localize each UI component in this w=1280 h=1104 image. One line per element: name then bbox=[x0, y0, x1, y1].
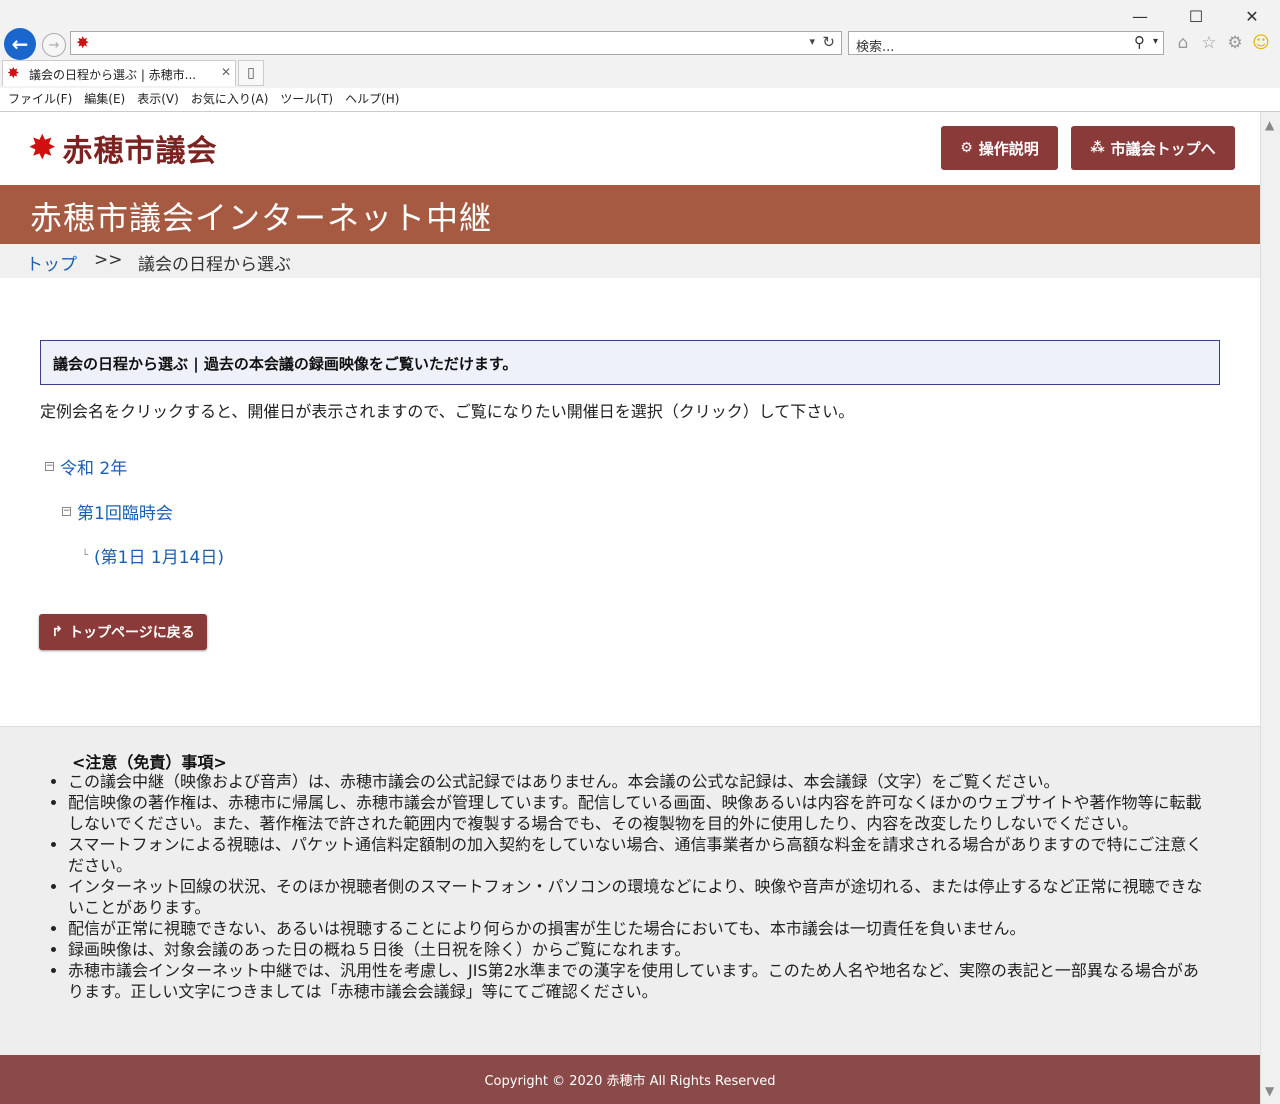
site-favicon-icon: ✸ bbox=[76, 33, 90, 52]
vertical-scrollbar[interactable]: ▲ ▼ bbox=[1260, 112, 1280, 1104]
notice-text: 議会の日程から選ぶ | 過去の本会議の録画映像をご覧いただけます。 bbox=[53, 355, 518, 373]
menu-file[interactable]: ファイル(F) bbox=[8, 88, 72, 111]
menu-favorites[interactable]: お気に入り(A) bbox=[191, 88, 269, 111]
list-item: インターネット回線の状況、そのほか視聴者側のスマートフォン・パソコンの環境などに… bbox=[68, 876, 1208, 918]
council-top-label: 市議会トップへ bbox=[1110, 139, 1216, 158]
copyright-footer: Copyright © 2020 赤穂市 All Rights Reserved bbox=[0, 1055, 1260, 1104]
gear-icon: ⚙ bbox=[960, 140, 973, 156]
collapse-icon[interactable]: − bbox=[62, 507, 71, 516]
help-button[interactable]: ⚙ 操作説明 bbox=[941, 126, 1058, 170]
menu-tools[interactable]: ツール(T) bbox=[280, 88, 333, 111]
tree-year-link[interactable]: 令和 2年 bbox=[60, 454, 127, 479]
tree-day[interactable]: └ (第1日 1月14日) bbox=[82, 543, 224, 568]
scroll-down-icon[interactable]: ▼ bbox=[1265, 1084, 1274, 1098]
sitemap-icon: ⁂ bbox=[1090, 140, 1105, 156]
copyright-text: Copyright © 2020 赤穂市 All Rights Reserved bbox=[484, 1074, 776, 1089]
browser-chrome: — ☐ ✕ ← → ✸ ▾ ↻ 検索... ⚲ ▾ ⌂ ☆ ⚙ ☺ ✸ 議会の日… bbox=[0, 0, 1280, 112]
collapse-icon[interactable]: − bbox=[45, 462, 54, 471]
tab-title: 議会の日程から選ぶ | 赤穂市... bbox=[29, 68, 197, 82]
tree-day-link[interactable]: (第1日 1月14日) bbox=[94, 543, 224, 568]
tree-year[interactable]: − 令和 2年 bbox=[45, 454, 127, 479]
council-top-button[interactable]: ⁂ 市議会トップへ bbox=[1071, 126, 1235, 170]
search-placeholder: 検索... bbox=[856, 40, 895, 55]
scroll-up-icon[interactable]: ▲ bbox=[1265, 118, 1274, 132]
list-item: 配信が正常に視聴できない、あるいは視聴することにより何らかの損害が生じた場合にお… bbox=[68, 918, 1208, 939]
search-box[interactable]: 検索... ⚲ ▾ bbox=[848, 31, 1164, 55]
browser-tab[interactable]: ✸ 議会の日程から選ぶ | 赤穂市... ✕ bbox=[2, 60, 236, 86]
search-dropdown-icon[interactable]: ▾ bbox=[1153, 36, 1158, 47]
city-emblem-icon: ✸ bbox=[28, 128, 57, 168]
breadcrumb-separator: >> bbox=[94, 250, 123, 270]
list-item: この議会中継（映像および音声）は、赤穂市議会の公式記録ではありません。本会議の公… bbox=[68, 771, 1208, 792]
help-button-label: 操作説明 bbox=[978, 139, 1039, 158]
list-item: スマートフォンによる視聴は、パケット通信料定額制の加入契約をしていない場合、通信… bbox=[68, 834, 1208, 876]
smiley-icon[interactable]: ☺ bbox=[1250, 32, 1272, 54]
back-arrow-icon[interactable]: ← bbox=[4, 28, 36, 60]
minimize-button[interactable]: — bbox=[1112, 0, 1168, 32]
close-button[interactable]: ✕ bbox=[1224, 0, 1280, 32]
tree-session[interactable]: − 第1回臨時会 bbox=[62, 499, 173, 524]
gear-icon[interactable]: ⚙ bbox=[1224, 32, 1246, 54]
title-banner: 赤穂市議会インターネット中継 bbox=[0, 185, 1260, 244]
forward-arrow-icon[interactable]: → bbox=[42, 33, 66, 57]
reload-icon[interactable]: ↻ bbox=[822, 33, 835, 51]
chevron-down-icon[interactable]: ▾ bbox=[809, 35, 815, 48]
breadcrumb: トップ >> 議会の日程から選ぶ bbox=[0, 244, 1260, 278]
star-icon[interactable]: ☆ bbox=[1198, 32, 1220, 54]
list-item: 配信映像の著作権は、赤穂市に帰属し、赤穂市議会が管理しています。配信している画面… bbox=[68, 792, 1208, 834]
disclaimer-section: <注意（免責）事項> この議会中継（映像および音声）は、赤穂市議会の公式記録では… bbox=[0, 726, 1260, 1056]
tree-session-link[interactable]: 第1回臨時会 bbox=[77, 499, 173, 524]
tab-favicon-icon: ✸ bbox=[7, 64, 20, 82]
back-to-top-label: トップページに戻る bbox=[69, 625, 195, 641]
site-name: 赤穂市議会 bbox=[62, 134, 218, 169]
notice-box: 議会の日程から選ぶ | 過去の本会議の録画映像をご覧いただけます。 bbox=[40, 340, 1220, 385]
breadcrumb-current: 議会の日程から選ぶ bbox=[138, 255, 291, 275]
toolbar-icons: ⌂ ☆ ⚙ ☺ bbox=[1172, 32, 1272, 54]
search-icon[interactable]: ⚲ bbox=[1134, 33, 1145, 51]
maximize-button[interactable]: ☐ bbox=[1168, 0, 1224, 32]
menu-edit[interactable]: 編集(E) bbox=[84, 88, 125, 111]
home-icon[interactable]: ⌂ bbox=[1172, 32, 1194, 54]
list-item: 録画映像は、対象会議のあった日の概ね５日後（土日祝を除く）からご覧になれます。 bbox=[68, 939, 1208, 960]
menu-bar: ファイル(F) 編集(E) 表示(V) お気に入り(A) ツール(T) ヘルプ(… bbox=[0, 88, 1280, 112]
back-to-top-button[interactable]: ↱ トップページに戻る bbox=[39, 614, 207, 650]
menu-help[interactable]: ヘルプ(H) bbox=[345, 88, 399, 111]
banner-title: 赤穂市議会インターネット中継 bbox=[30, 199, 493, 237]
menu-view[interactable]: 表示(V) bbox=[137, 88, 179, 111]
breadcrumb-home-link[interactable]: トップ bbox=[26, 250, 77, 275]
return-arrow-icon: ↱ bbox=[51, 624, 63, 640]
list-item: 赤穂市議会インターネット中継では、汎用性を考慮し、JIS第2水準までの漢字を使用… bbox=[68, 960, 1208, 1002]
disclaimer-list: この議会中継（映像および音声）は、赤穂市議会の公式記録ではありません。本会議の公… bbox=[48, 771, 1208, 1002]
address-bar[interactable]: ✸ ▾ ↻ bbox=[70, 31, 842, 55]
new-tab-icon[interactable]: ▯ bbox=[238, 60, 264, 86]
site-logo[interactable]: ✸ 赤穂市議会 bbox=[28, 126, 218, 170]
disclaimer-heading: <注意（免責）事項> bbox=[72, 753, 227, 772]
instruction-text: 定例会名をクリックすると、開催日が表示されますので、ご覧になりたい開催日を選択（… bbox=[40, 402, 855, 421]
window-controls: — ☐ ✕ bbox=[1112, 0, 1280, 32]
tree-branch-icon: └ bbox=[82, 550, 89, 561]
tab-close-icon[interactable]: ✕ bbox=[221, 65, 231, 79]
web-page: ✸ 赤穂市議会 ⚙ 操作説明 ⁂ 市議会トップへ 赤穂市議会インターネット中継 … bbox=[0, 112, 1260, 1104]
